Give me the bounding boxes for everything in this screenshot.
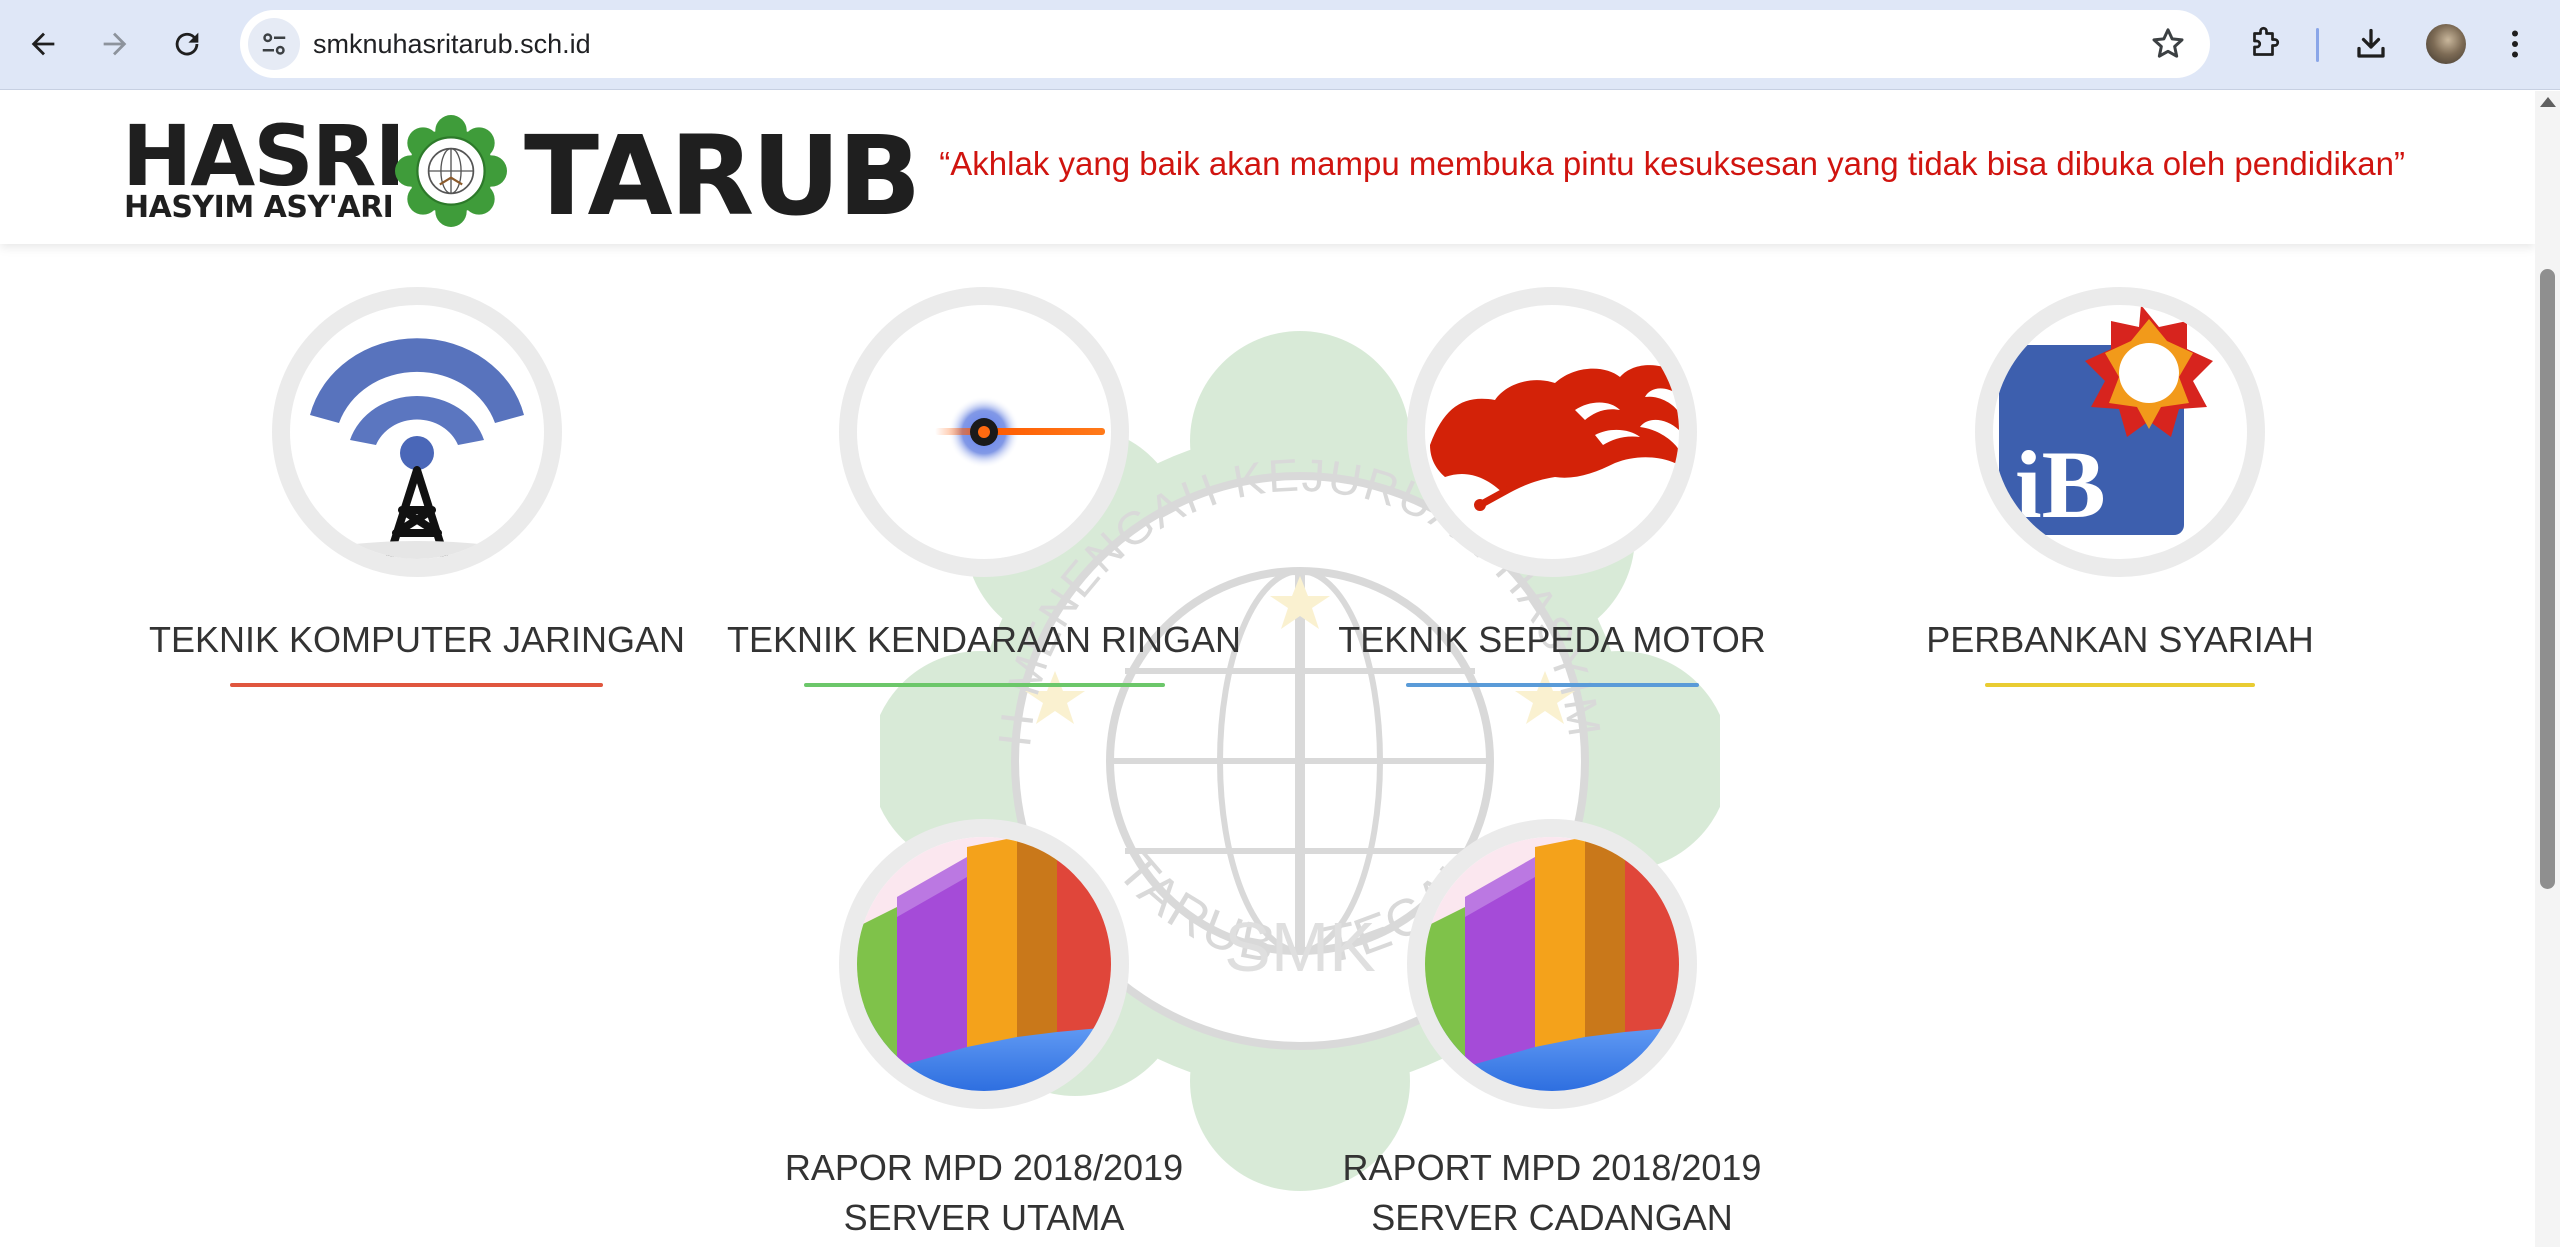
site-settings-button[interactable]	[248, 18, 300, 70]
bar-chart-icon	[857, 837, 1111, 1091]
bookmark-star-icon	[2152, 28, 2184, 58]
tile-underline	[230, 683, 603, 687]
tile-label[interactable]: TEKNIK KOMPUTER JARINGAN	[137, 615, 697, 665]
tile-image[interactable]	[839, 819, 1129, 1109]
tile-image[interactable]: iB	[1975, 287, 2265, 577]
site-settings-icon	[262, 33, 286, 55]
back-button[interactable]	[12, 13, 74, 75]
flame-dragon-icon	[1430, 365, 1679, 511]
scroll-thumb[interactable]	[2540, 269, 2555, 889]
tile-image[interactable]	[272, 287, 562, 577]
tile-label[interactable]: PERBANKAN SYARIAH	[1840, 615, 2400, 665]
bar-chart-icon	[1425, 837, 1679, 1091]
forward-button[interactable]	[84, 13, 146, 75]
tile-image[interactable]	[839, 287, 1129, 577]
toolbar-divider	[2316, 28, 2319, 62]
tile-image[interactable]	[1407, 819, 1697, 1109]
download-icon	[2357, 28, 2385, 58]
site-header: HASRI HASYIM ASY'ARI TARUB “Akhlak yang …	[0, 91, 2535, 244]
more-menu-button[interactable]	[2484, 13, 2546, 75]
ib-logo-icon: iB	[1999, 305, 2213, 538]
more-menu-icon	[2512, 30, 2518, 58]
reload-button[interactable]	[156, 13, 218, 75]
profile-avatar[interactable]	[2426, 24, 2466, 64]
address-bar[interactable]: smknuhasritarub.sch.id	[240, 10, 2210, 78]
tile-label[interactable]: TEKNIK SEPEDA MOTOR	[1272, 615, 1832, 665]
extensions-button[interactable]	[2234, 13, 2296, 75]
watermark-center-text: SMK	[1224, 908, 1376, 986]
page-scrollbar[interactable]	[2535, 91, 2560, 1247]
tile-label-line1[interactable]: RAPORT MPD 2018/2019	[1272, 1143, 1832, 1193]
logo-hasyim-text[interactable]: HASYIM ASY'ARI	[124, 191, 394, 225]
logo-tarub-text[interactable]: TARUB	[524, 121, 921, 231]
tile-image[interactable]	[1407, 287, 1697, 577]
downloads-button[interactable]	[2340, 13, 2402, 75]
page-viewport: HASRI HASYIM ASY'ARI TARUB “Akhlak yang …	[0, 91, 2535, 1247]
school-emblem-icon[interactable]	[395, 115, 507, 227]
browser-toolbar: smknuhasritarub.sch.id	[0, 0, 2560, 90]
back-icon	[31, 32, 55, 56]
tile-label[interactable]: TEKNIK KENDARAAN RINGAN	[704, 615, 1264, 665]
tile-underline	[804, 683, 1165, 687]
logo-hasri-text[interactable]: HASRI	[122, 114, 406, 198]
tile-label-line1[interactable]: RAPOR MPD 2018/2019	[704, 1143, 1264, 1193]
url-text[interactable]: smknuhasritarub.sch.id	[313, 10, 591, 78]
forward-icon	[103, 32, 127, 56]
header-tagline: “Akhlak yang baik akan mampu membuka pin…	[939, 145, 2405, 182]
reload-icon	[175, 32, 199, 56]
bookmark-button[interactable]	[2148, 24, 2188, 64]
light-streak-icon	[935, 396, 1105, 468]
scroll-up-arrow-icon[interactable]	[2540, 97, 2556, 107]
extensions-icon	[2253, 26, 2280, 56]
radio-tower-icon	[310, 338, 524, 559]
tile-label-line2[interactable]: SERVER CADANGAN	[1272, 1193, 1832, 1243]
tile-underline	[1406, 683, 1699, 687]
svg-text:iB: iB	[2015, 431, 2106, 538]
tile-underline	[1985, 683, 2255, 687]
tile-label-line2[interactable]: SERVER UTAMA	[704, 1193, 1264, 1243]
